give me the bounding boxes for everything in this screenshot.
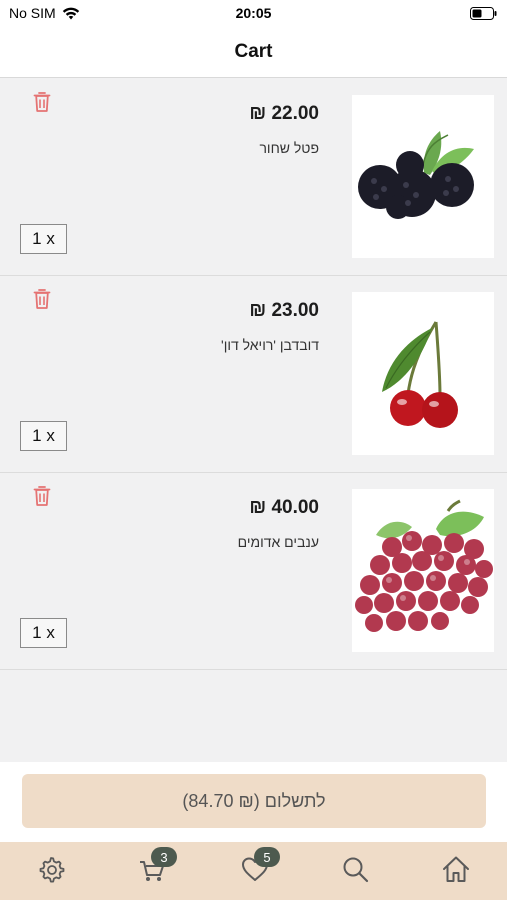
status-time: 20:05 [235, 5, 272, 21]
product-image[interactable] [352, 489, 494, 652]
quantity-selector[interactable]: 1 x [20, 421, 67, 451]
cart-item: ₪ 22.00 פטל שחור 1 x [0, 79, 507, 276]
tab-settings[interactable] [36, 854, 68, 886]
red-grapes-image [355, 499, 493, 632]
trash-icon[interactable] [33, 485, 51, 507]
nav-bar: Cart [0, 28, 507, 78]
favorites-count-badge: 5 [254, 847, 280, 867]
quantity-selector[interactable]: 1 x [20, 224, 67, 254]
item-price: ₪ 40.00 [249, 497, 319, 518]
quantity-selector[interactable]: 1 x [20, 618, 67, 648]
tab-home[interactable] [441, 854, 473, 886]
product-image[interactable] [352, 95, 494, 258]
page-title: Cart [234, 41, 273, 62]
status-bar: No SIM 20:05 [0, 0, 507, 28]
item-name: פטל שחור [259, 140, 319, 156]
checkout-area: לתשלום (₪ 84.70) [0, 762, 507, 842]
home-icon [443, 856, 469, 882]
tab-search[interactable] [340, 854, 372, 886]
cart-count-badge: 3 [151, 847, 177, 867]
cart-list: ₪ 22.00 פטל שחור 1 x ₪ 23.00 דובדבן 'רוי… [0, 79, 507, 670]
gear-icon [39, 857, 65, 883]
checkout-button[interactable]: לתשלום (₪ 84.70) [22, 774, 486, 828]
trash-icon[interactable] [33, 91, 51, 113]
tab-favorites[interactable]: 5 [240, 847, 280, 886]
trash-icon[interactable] [33, 288, 51, 310]
item-name: ענבים אדומים [237, 534, 319, 550]
item-name: דובדבן 'רויאל דון' [221, 337, 319, 353]
battery-icon [470, 7, 497, 20]
item-price: ₪ 22.00 [249, 103, 319, 124]
product-image[interactable] [352, 292, 494, 455]
search-icon [343, 857, 369, 883]
tab-cart[interactable]: 3 [137, 847, 177, 886]
blackberries-image [358, 131, 474, 219]
item-price: ₪ 23.00 [249, 300, 319, 321]
cart-item: ₪ 40.00 ענבים אדומים 1 x [0, 473, 507, 670]
cart-item: ₪ 23.00 דובדבן 'רויאל דון' 1 x [0, 276, 507, 473]
cherries-image [382, 321, 458, 428]
tab-bar: 3 5 [0, 842, 507, 900]
